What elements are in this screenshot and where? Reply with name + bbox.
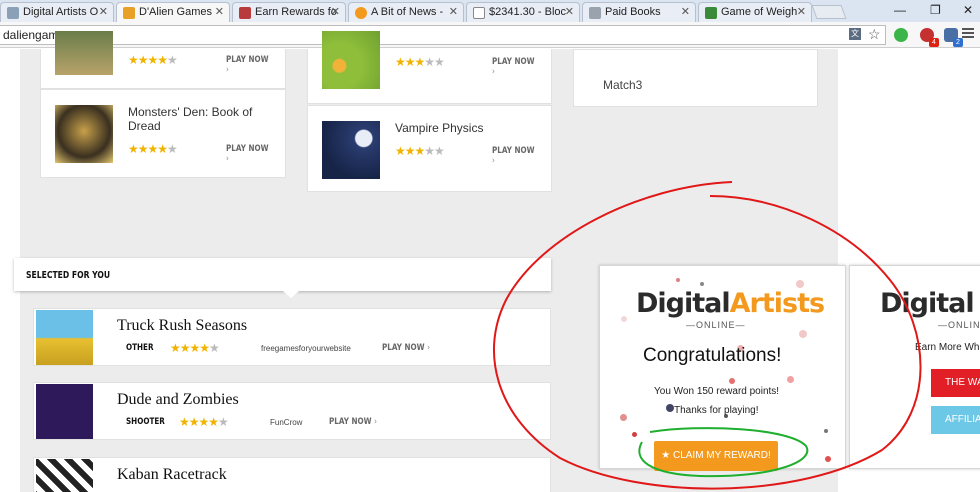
red-circle-annotation (493, 181, 922, 490)
screenshot-root: Digital Artists O ✕ D'Alien Games ✕ Earn R… (0, 0, 980, 492)
green-circle-annotation (638, 427, 809, 478)
annotation-overlay (493, 181, 922, 490)
